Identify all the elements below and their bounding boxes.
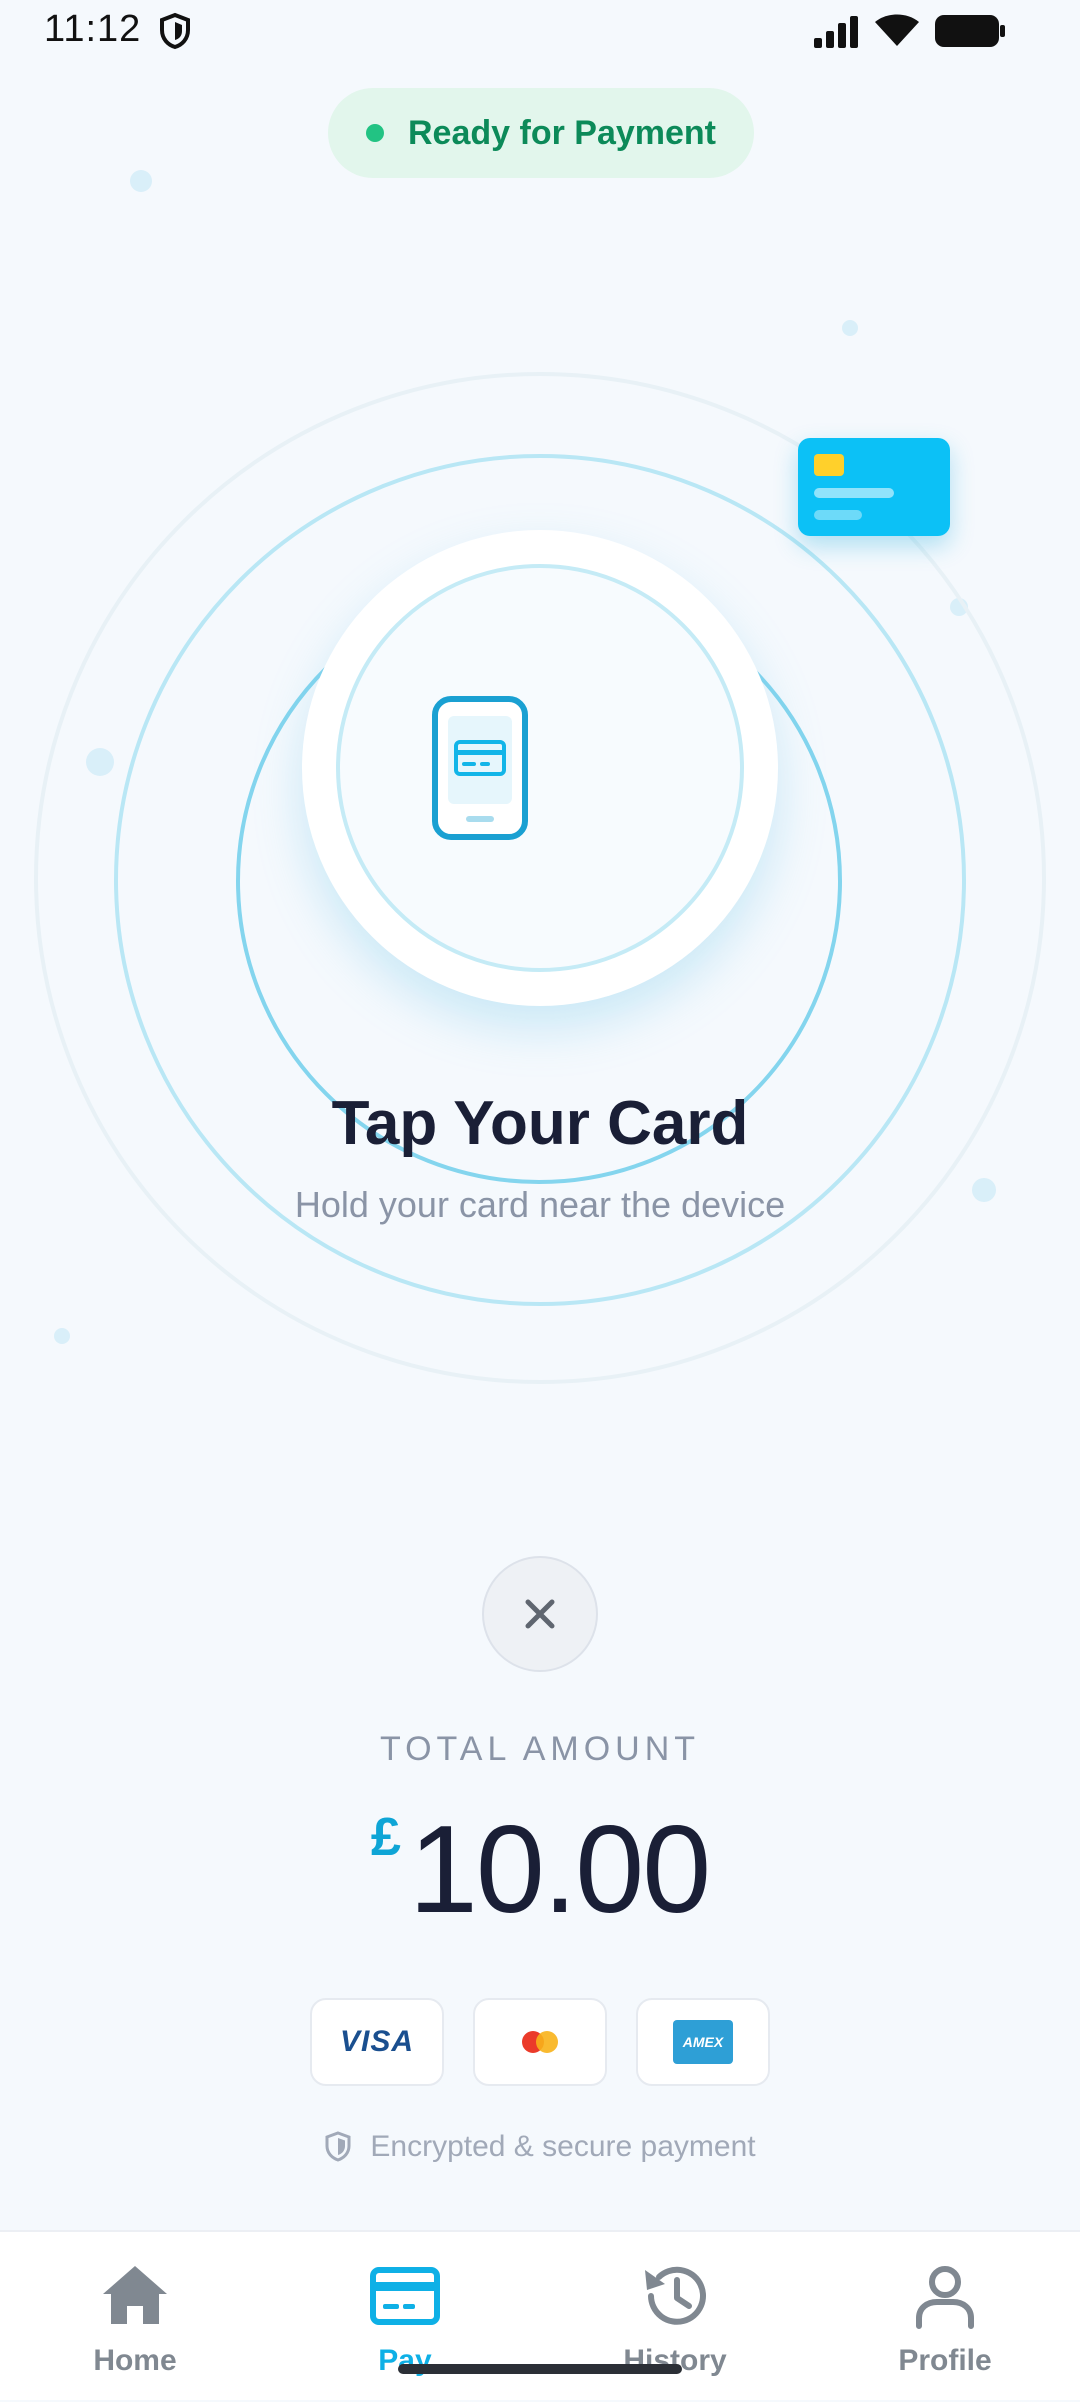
security-text: Encrypted & secure payment bbox=[370, 2130, 756, 2163]
status-bar: 11:12 bbox=[0, 0, 1080, 64]
nav-label-home: Home bbox=[93, 2344, 177, 2377]
nav-item-history[interactable]: History bbox=[540, 2232, 810, 2402]
bottom-navigation: Home Pay History Profile bbox=[0, 2230, 1080, 2400]
nav-item-home[interactable]: Home bbox=[0, 2232, 270, 2402]
shield-status-icon bbox=[160, 12, 190, 50]
decorative-dot bbox=[54, 1328, 70, 1344]
mastercard-badge bbox=[473, 1998, 607, 2086]
nav-item-profile[interactable]: Profile bbox=[810, 2232, 1080, 2402]
currency-symbol: £ bbox=[370, 1807, 401, 1867]
page-subtitle: Hold your card near the device bbox=[294, 1184, 786, 1225]
cancel-button[interactable] bbox=[482, 1556, 598, 1672]
phone-card-icon bbox=[432, 696, 528, 840]
security-note: Encrypted & secure payment bbox=[0, 2130, 1080, 2164]
home-icon bbox=[103, 2266, 167, 2324]
profile-icon bbox=[916, 2266, 974, 2329]
amount-display: £10.00 bbox=[0, 1800, 1080, 1940]
amex-badge: AMEX bbox=[636, 1998, 770, 2086]
card-stripe bbox=[814, 488, 894, 498]
nav-label-profile: Profile bbox=[898, 2344, 992, 2377]
page-title: Tap Your Card bbox=[331, 1089, 749, 1158]
history-icon bbox=[645, 2266, 706, 2325]
card-icon bbox=[370, 2267, 440, 2325]
decorative-dot bbox=[842, 320, 858, 336]
close-icon bbox=[525, 1599, 555, 1629]
decorative-dot bbox=[130, 170, 152, 192]
mastercard-logo-icon bbox=[522, 2031, 558, 2053]
signal-icon bbox=[814, 16, 858, 48]
nav-item-pay[interactable]: Pay bbox=[270, 2232, 540, 2402]
visa-badge: VISA bbox=[310, 1998, 444, 2086]
visa-logo: VISA bbox=[339, 2025, 415, 2058]
amount-value: 10.00 bbox=[408, 1801, 711, 1939]
battery-icon bbox=[935, 15, 1005, 47]
home-indicator[interactable] bbox=[398, 2364, 682, 2374]
total-amount-label: TOTAL AMOUNT bbox=[379, 1730, 701, 1768]
status-dot-icon bbox=[366, 124, 384, 142]
payment-status-badge: Ready for Payment bbox=[328, 88, 754, 178]
card-stripe bbox=[814, 510, 862, 520]
floating-card-icon bbox=[798, 438, 950, 536]
status-time: 11:12 bbox=[44, 8, 142, 50]
amex-logo: AMEX bbox=[673, 2020, 733, 2064]
tap-target-inner-ring bbox=[336, 564, 744, 972]
card-chip bbox=[814, 454, 844, 476]
shield-icon bbox=[325, 2131, 351, 2162]
wifi-icon bbox=[875, 14, 919, 46]
payment-status-label: Ready for Payment bbox=[408, 113, 716, 152]
